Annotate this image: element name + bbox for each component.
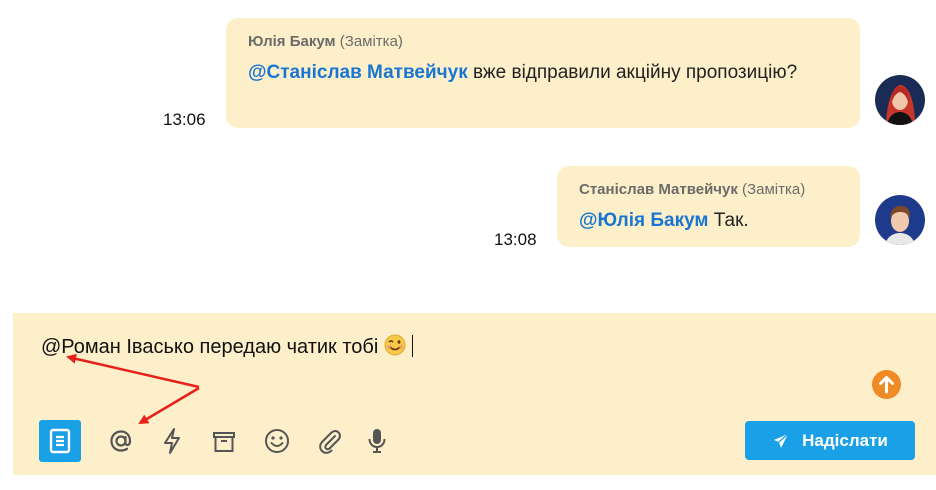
arrow-up-icon — [879, 376, 894, 394]
chat-screen: Юлія Бакум (Замітка) @Станіслав Матвейчу… — [0, 0, 936, 490]
microphone-icon — [368, 429, 386, 453]
message-body-text: вже відправили акційну пропозицію? — [467, 62, 798, 83]
send-button[interactable]: Надіслати — [745, 421, 915, 460]
archive-icon — [213, 432, 235, 452]
note-button[interactable] — [39, 420, 81, 462]
message-time: 13:08 — [494, 230, 537, 249]
note-tag: (Замітка) — [339, 33, 403, 50]
mention-button[interactable] — [100, 420, 142, 462]
message-composer[interactable]: @Роман Івасько передаю чатик тобі Надісл… — [13, 313, 936, 475]
lightning-icon — [164, 428, 180, 454]
winking-face-icon — [384, 334, 406, 362]
composer-text: @Роман Івасько передаю чатик тобі — [41, 336, 379, 358]
emoji-button[interactable] — [256, 420, 298, 462]
message-text: @Станіслав Матвейчук вже відправили акці… — [248, 59, 838, 86]
mention-link[interactable]: @Юлія Бакум — [579, 210, 708, 231]
emoji-icon — [265, 429, 289, 453]
avatar-yulia — [875, 75, 925, 125]
message-bubble: Юлія Бакум (Замітка) @Станіслав Матвейчу… — [226, 18, 860, 128]
voice-button[interactable] — [356, 420, 398, 462]
attachment-button[interactable] — [309, 420, 351, 462]
quick-reply-button[interactable] — [151, 420, 193, 462]
send-icon — [774, 433, 789, 448]
message-author: Юлія Бакум (Замітка) — [248, 33, 838, 50]
avatar[interactable] — [875, 195, 925, 245]
archive-button[interactable] — [203, 420, 245, 462]
message-body-text: Так. — [708, 210, 749, 231]
avatar-stanislav — [875, 195, 925, 245]
avatar[interactable] — [875, 75, 925, 125]
author-name: Юлія Бакум — [248, 33, 336, 50]
attachment-icon — [319, 430, 341, 454]
message-author: Станіслав Матвейчук (Замітка) — [579, 181, 838, 198]
send-button-label: Надіслати — [802, 430, 888, 450]
message-bubble: Станіслав Матвейчук (Замітка) @Юлія Баку… — [557, 166, 860, 247]
scroll-up-button[interactable] — [872, 370, 901, 399]
message-text: @Юлія Бакум Так. — [579, 207, 838, 234]
mention-link[interactable]: @Станіслав Матвейчук — [248, 62, 468, 83]
note-icon — [49, 428, 71, 454]
author-name: Станіслав Матвейчук — [579, 181, 738, 198]
composer-input[interactable]: @Роман Івасько передаю чатик тобі — [41, 334, 413, 362]
note-tag: (Замітка) — [742, 181, 806, 198]
mention-icon — [110, 430, 132, 452]
message-time: 13:06 — [163, 110, 206, 129]
text-caret — [411, 335, 413, 357]
